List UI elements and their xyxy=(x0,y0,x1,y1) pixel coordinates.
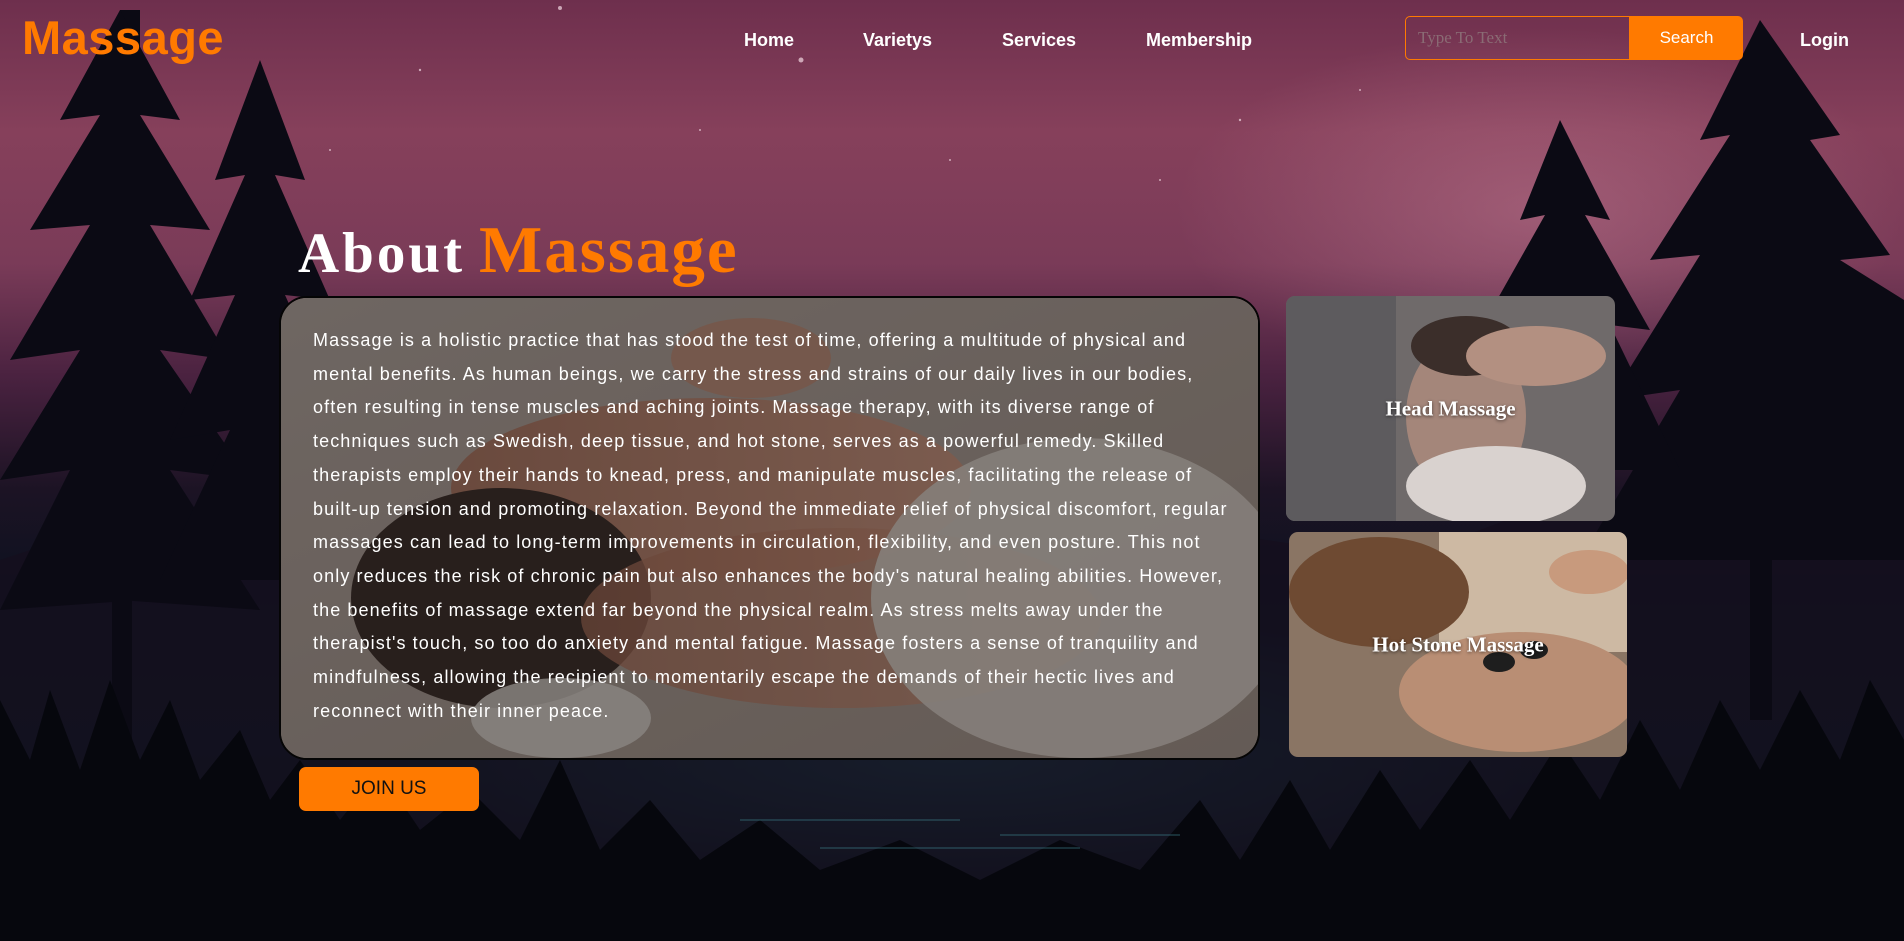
search-input[interactable] xyxy=(1405,16,1630,60)
nav-home[interactable]: Home xyxy=(744,30,794,51)
about-heading-word: About xyxy=(298,222,466,285)
card-label: Head Massage xyxy=(1385,396,1516,420)
about-card: Massage is a holistic practice that has … xyxy=(279,296,1260,760)
about-heading: About Massage xyxy=(298,212,739,289)
search-button[interactable]: Search xyxy=(1630,16,1743,60)
card-label: Hot Stone Massage xyxy=(1372,632,1544,656)
login-link[interactable]: Login xyxy=(1800,30,1849,51)
card-head-massage[interactable]: Head Massage xyxy=(1286,296,1615,521)
about-paragraph: Massage is a holistic practice that has … xyxy=(313,330,1228,721)
nav-services[interactable]: Services xyxy=(1002,30,1076,51)
nav-varietys[interactable]: Varietys xyxy=(863,30,932,51)
about-heading-accent-word: Massage xyxy=(479,213,739,287)
brand-logo[interactable]: Massage xyxy=(22,10,224,65)
join-us-button[interactable]: JOIN US xyxy=(299,767,479,811)
nav-membership[interactable]: Membership xyxy=(1146,30,1252,51)
card-hot-stone-massage[interactable]: Hot Stone Massage xyxy=(1289,532,1627,757)
